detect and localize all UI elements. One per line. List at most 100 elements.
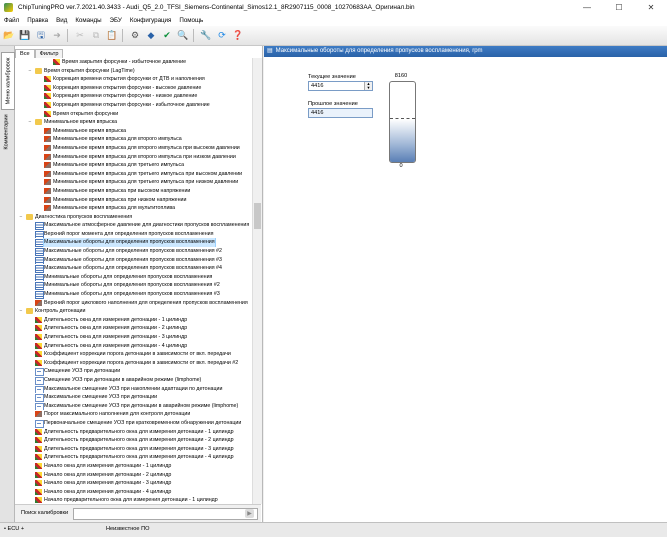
tree-item[interactable]: Минимальные обороты для определения проп… — [17, 273, 251, 282]
tree-item[interactable]: − Минимальное время впрыска — [17, 118, 251, 127]
minimize-button[interactable]: — — [571, 0, 603, 15]
tree-item[interactable]: − Диагностика пропусков воспламенения — [17, 213, 251, 222]
update-icon[interactable]: ⟳ — [215, 29, 229, 43]
menu-file[interactable]: Файл — [0, 17, 23, 24]
tree-item[interactable]: Минимальное время впрыска для второго им… — [17, 135, 251, 144]
menu-configuration[interactable]: Конфигурация — [126, 17, 176, 24]
tree-item[interactable]: Длительность окна для измерения детонаци… — [17, 333, 251, 342]
tree-item[interactable]: Максимальные обороты для определения про… — [17, 247, 251, 256]
tree-item[interactable]: Максимальные обороты для определения про… — [17, 256, 251, 265]
tree-item[interactable]: Минимальное время впрыска для мультитопл… — [17, 204, 251, 213]
checksum-icon[interactable]: ✔ — [160, 29, 174, 43]
menu-ecu[interactable]: ЭБУ — [106, 17, 126, 24]
editor-panel: ▤ Максимальные обороты для определения пр… — [264, 46, 667, 522]
tree-item[interactable]: Время закрытия форсунки - избыточное дав… — [17, 58, 251, 67]
tree-item[interactable]: Коэффициент коррекции порога детонации в… — [17, 359, 251, 368]
tree-item[interactable]: Минимальное время впрыска при низком нап… — [17, 196, 251, 205]
tree-item[interactable]: Первоначальное смещение УОЗ при кратковр… — [17, 419, 251, 428]
tab-comments[interactable]: Комментарии — [1, 112, 13, 152]
tree-scrollbar[interactable] — [252, 58, 262, 504]
tree-item[interactable]: Максимальное смещение УОЗ при детонации — [17, 393, 251, 402]
tree-item[interactable]: Минимальное время впрыска для третьего и… — [17, 178, 251, 187]
tree-item[interactable]: Время открытия форсунки — [17, 110, 251, 119]
table-icon — [35, 222, 44, 230]
expand-toggle-icon[interactable]: − — [27, 118, 33, 127]
tree-item[interactable]: Минимальное время впрыска для второго им… — [17, 144, 251, 153]
menu-commands[interactable]: Команды — [71, 17, 105, 24]
tree-item-label: Время открытия форсунки (LagTime) — [44, 67, 135, 74]
tree-item[interactable]: Начало окна для измерения детонации - 2 … — [17, 471, 251, 480]
tree-item[interactable]: Максимальные обороты для определения про… — [17, 264, 251, 273]
tree-item[interactable]: Верхний порог момента для определения пр… — [17, 230, 251, 239]
tree-item[interactable]: Максимальное смещение УОЗ при накоплении… — [17, 385, 251, 394]
tree-item[interactable]: Коррекция времени открытия форсунки от Д… — [17, 75, 251, 84]
table-icon — [35, 248, 44, 256]
search-icon[interactable]: 🔍 — [176, 29, 190, 43]
current-value-field[interactable]: 4416 ▲ ▼ — [308, 81, 373, 91]
menu-edit[interactable]: Правка — [23, 17, 52, 24]
close-button[interactable]: ✕ — [635, 0, 667, 15]
tree-item[interactable]: Начало окна для измерения детонации - 3 … — [17, 479, 251, 488]
search-input[interactable] — [73, 508, 258, 520]
tree-item-label: Длительность окна для измерения детонаци… — [44, 334, 188, 340]
flag-icon — [44, 144, 51, 151]
tree-item[interactable]: Длительность предварительного окна для и… — [17, 453, 251, 462]
tree-item[interactable]: Минимальные обороты для определения проп… — [17, 290, 251, 299]
save-as-icon[interactable]: 🖫 — [34, 29, 48, 43]
tab-filter[interactable]: Фильтр — [34, 49, 64, 58]
search-go-icon[interactable]: ▶ — [245, 509, 254, 518]
tree-item-label: Минимальное время впрыска для мультитопл… — [53, 205, 176, 212]
tree-item[interactable]: Максимальные обороты для определения про… — [17, 238, 251, 248]
tree-item[interactable]: Начало окна для измерения детонации - 1 … — [17, 462, 251, 471]
tree-item[interactable]: Смещение УОЗ при детонации в аварийном р… — [17, 376, 251, 385]
tree-item[interactable]: Коррекция времени открытия форсунки - вы… — [17, 84, 251, 93]
tree-item[interactable]: Длительность окна для измерения детонаци… — [17, 316, 251, 325]
chip-icon[interactable]: ⚙ — [128, 29, 142, 43]
tree-item[interactable]: Коррекция времени открытия форсунки - из… — [17, 101, 251, 110]
open-folder-icon[interactable]: 📂 — [2, 29, 16, 43]
scrollbar-thumb[interactable] — [254, 203, 261, 229]
forward-icon[interactable]: ➜ — [50, 29, 64, 43]
tree-item-label: Длительность предварительного окна для и… — [44, 428, 234, 435]
tree-item[interactable]: Верхний порог циклового наполнения для о… — [17, 299, 251, 308]
tree-item[interactable]: Длительность предварительного окна для и… — [17, 428, 251, 437]
tree-item-label: Коэффициент коррекции порога детонации в… — [44, 351, 231, 358]
tree-item[interactable]: Максимальное смещение УОЗ при детонации … — [17, 402, 251, 411]
tree-item[interactable]: Коэффициент коррекции порога детонации в… — [17, 350, 251, 359]
expand-toggle-icon[interactable]: − — [27, 67, 33, 76]
tree-item[interactable]: − Контроль детонации — [17, 307, 251, 316]
expand-toggle-icon[interactable]: − — [18, 307, 24, 316]
copy-icon[interactable]: ⧉ — [89, 29, 103, 43]
help-icon[interactable]: ❓ — [231, 29, 245, 43]
maximize-button[interactable]: ☐ — [603, 0, 635, 15]
tree-item[interactable]: Минимальное время впрыска — [17, 127, 251, 136]
paste-icon[interactable]: 📋 — [105, 29, 119, 43]
tree-item[interactable]: Минимальные обороты для определения проп… — [17, 281, 251, 291]
tree-item[interactable]: Длительность окна для измерения детонаци… — [17, 324, 251, 333]
tab-all[interactable]: Все — [15, 49, 35, 58]
save-icon[interactable]: 💾 — [18, 29, 32, 43]
tools-icon[interactable]: 🔧 — [199, 29, 213, 43]
tree-item[interactable]: Длительность предварительного окна для и… — [17, 436, 251, 445]
tree-item[interactable]: Минимальное время впрыска при высоком на… — [17, 187, 251, 196]
tree-item[interactable]: Коррекция времени открытия форсунки - ни… — [17, 92, 251, 101]
tree-item[interactable]: Порог максимального наполнения для контр… — [17, 410, 251, 419]
cut-icon[interactable]: ✂ — [73, 29, 87, 43]
value-gauge[interactable] — [389, 81, 416, 163]
graph-icon — [35, 445, 42, 452]
menu-help[interactable]: Помощь — [175, 17, 207, 24]
value-spinner[interactable]: ▲ ▼ — [364, 82, 372, 90]
tree-item[interactable]: Минимальное время впрыска для второго им… — [17, 153, 251, 162]
tree-item[interactable]: − Время открытия форсунки (LagTime) — [17, 67, 251, 76]
tab-calibration-menu[interactable]: Меню калибровок — [1, 52, 15, 110]
compare-icon[interactable]: ◆ — [144, 29, 158, 43]
tree-item[interactable]: Смещение УОЗ при детонации — [17, 367, 251, 376]
tree-item[interactable]: Длительность предварительного окна для и… — [17, 445, 251, 454]
tree-item[interactable]: Максимальное атмосферное давление для ди… — [17, 221, 251, 230]
tree-item[interactable]: Минимальное время впрыска для третьего и… — [17, 170, 251, 179]
tree-item[interactable]: Длительность окна для измерения детонаци… — [17, 342, 251, 351]
expand-toggle-icon[interactable]: − — [18, 213, 24, 222]
tree-item[interactable]: Начало окна для измерения детонации - 4 … — [17, 488, 251, 497]
tree-item[interactable]: Минимальное время впрыска для третьего и… — [17, 161, 251, 170]
menu-view[interactable]: Вид — [52, 17, 71, 24]
